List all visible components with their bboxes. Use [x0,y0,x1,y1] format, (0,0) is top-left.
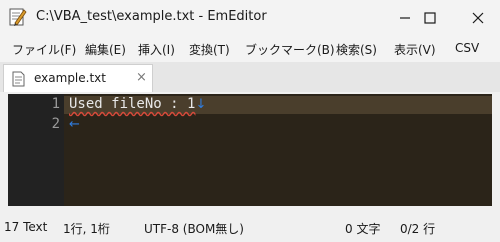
menu-insert[interactable]: 挿入(I) [138,41,175,58]
tab-close-icon[interactable]: × [136,70,147,85]
status-bar: 17 Text 1行, 1桁 UTF-8 (BOM無し) 0 文字 0/2 行 [0,214,500,242]
tab-example-txt[interactable]: example.txt × [3,64,153,92]
menu-edit[interactable]: 編集(E) [85,41,126,58]
line-number: 2 [51,116,60,132]
editor-line[interactable]: Used fileNo : 1↓ [69,96,206,112]
line-text: Used fileNo : 1 [69,96,196,112]
text-file-icon [12,71,25,87]
menu-csv[interactable]: CSV [455,41,479,55]
eof-mark: ← [69,117,80,132]
line-number: 1 [51,96,60,112]
editor-line[interactable]: ← [69,116,80,132]
menu-view[interactable]: 表示(V) [394,41,436,58]
eol-mark: ↓ [195,97,207,112]
close-icon [472,12,484,24]
maximize-icon [424,12,436,24]
status-encoding[interactable]: UTF-8 (BOM無し) [144,220,244,237]
window-title: C:\VBA_test\example.txt - EmEditor [36,9,267,24]
menu-convert[interactable]: 変換(T) [189,41,230,58]
editor-area[interactable]: 1 2 Used fileNo : 1↓ ← [8,94,492,206]
status-line-count: 0/2 行 [400,222,436,236]
tab-bar: example.txt × [0,62,500,92]
status-position[interactable]: 1行, 1桁 [63,220,110,237]
app-pen-icon [9,8,27,26]
tab-label: example.txt [34,71,106,85]
line-number-gutter: 1 2 [8,94,64,206]
menu-file[interactable]: ファイル(F) [12,41,76,58]
menu-bar: ファイル(F) 編集(E) 挿入(I) 変換(T) ブックマーク(B) 検索(S… [0,36,500,62]
title-bar: C:\VBA_test\example.txt - EmEditor [0,0,500,36]
status-char-count: 0 文字 [345,222,381,236]
menu-bookmark[interactable]: ブックマーク(B) [245,41,335,58]
menu-search[interactable]: 検索(S) [336,41,377,58]
status-mode[interactable]: 17 Text [4,220,47,234]
close-button[interactable] [458,0,498,36]
maximize-button[interactable] [410,0,450,36]
